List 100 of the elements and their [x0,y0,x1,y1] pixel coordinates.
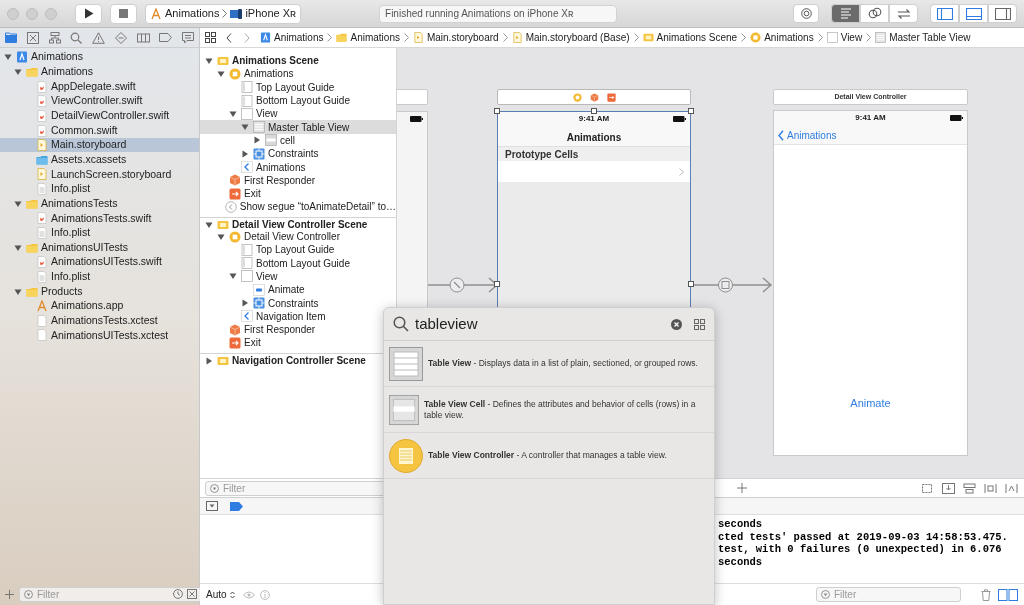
tree-row[interactable]: First Responder [200,322,396,337]
section-header: Prototype Cells [505,147,579,162]
path-item[interactable]: View [826,30,863,45]
item-label: Bottom Layout Guide [256,256,350,271]
item-label: AnimationsUITests.xctest [51,327,169,343]
item-label: Animations [31,49,83,65]
path-item[interactable]: Animations [750,30,814,45]
library-item[interactable]: Table View - Displays data in a list of plain, sectioned, or grouped rows. [384,341,714,387]
item-label: First Responder [244,323,316,338]
filter-input[interactable]: Filter [834,587,956,602]
item-label: Navigation Controller Scene [232,354,366,369]
tree-row[interactable]: First Responder [200,173,396,187]
item-label: DetailViewController.swift [51,108,170,123]
tree-row[interactable]: AnimationsUITests [0,240,199,255]
item-label: Animate [268,283,305,298]
scheme-selector[interactable]: Animations iPhone Xʀ [145,3,302,24]
tree-row[interactable]: ViewController.swift [0,93,199,109]
tree-row[interactable]: Master Table View [200,120,396,134]
console-line: seconds [718,518,764,531]
tree-row[interactable]: Exit [200,186,396,201]
tree-row[interactable]: AppDelegate.swift [0,79,199,94]
item-label: Assets.xcassets [51,151,127,167]
item-description: Table View Controller - A controller that manages a table view. [428,450,668,461]
tree-row[interactable]: AnimationsTests.swift [0,211,199,226]
item-label: AppDelegate.swift [51,78,136,94]
filter-field[interactable]: Filter [816,587,961,602]
tree-row[interactable]: Bottom Layout Guide [200,93,396,108]
item-description: Table View - Displays data in a list of plain, sectioned, or grouped rows. [428,358,699,369]
tree-row[interactable]: AnimationsUITests.swift [0,254,199,270]
item-label: Bottom Layout Guide [256,94,350,109]
path-item[interactable]: Animations Scene [642,30,738,45]
tree-row[interactable]: Animations Scene [200,54,396,68]
tree-row[interactable]: View [200,107,396,121]
activity-status: Finished running Animations on iPhone Xʀ [385,7,574,21]
item-label: Common.swift [51,122,118,138]
tree-row[interactable]: Assets.xcassets [0,152,199,168]
tree-row[interactable]: Top Layout Guide [200,80,396,94]
tree-row[interactable]: Main.storyboard [0,137,199,153]
path-item[interactable]: Animations [260,30,324,45]
tree-row[interactable]: View [200,269,396,284]
path-item[interactable]: Main.storyboard [412,30,499,45]
tree-row[interactable]: AnimationsTests.xctest [0,313,199,329]
tree-row[interactable]: Navigation Item [200,309,396,323]
item-label: AnimationsUITests.swift [51,254,162,270]
item-label: AnimationsTests.xctest [51,313,158,328]
tree-row[interactable]: Common.swift [0,123,199,138]
item-label: Exit [244,187,261,202]
tree-row[interactable]: Detail View Controller [200,229,396,244]
item-label: Master Table View [268,120,350,135]
item-label: Animations.app [51,298,124,314]
tree-row[interactable]: cell [200,133,396,148]
item-label: AnimationsTests [41,195,118,211]
tree-row[interactable]: AnimationsUITests.xctest [0,328,199,343]
animate-button[interactable]: Animate [850,394,891,411]
item-label: Animations [41,64,93,80]
filter-input[interactable]: Filter [37,586,169,602]
tree-row[interactable]: Animations.app [0,298,199,314]
item-label: Animations Scene [232,54,319,69]
device-name[interactable]: iPhone Xʀ [245,5,297,22]
console-line: seconds [718,555,764,568]
tree-row[interactable]: DetailViewController.swift [0,108,199,124]
library-item[interactable]: Table View Cell - Defines the attributes and behavior of cells (rows) in a table view. [384,387,714,433]
tree-row[interactable]: Detail View Controller Scene [200,216,396,230]
tree-row[interactable]: Animations [0,50,199,65]
tree-row[interactable]: Info.plist [0,269,199,285]
back-button[interactable]: Animations [778,128,967,143]
tree-row[interactable]: Info.plist [0,181,199,197]
tree-row[interactable]: Info.plist [0,225,199,241]
tree-row[interactable]: AnimationsTests [0,196,199,212]
path-item[interactable]: Animations [336,30,400,45]
path-item[interactable]: Main.storyboard (Base) [511,30,630,45]
item-label: View [256,107,278,122]
tree-row[interactable]: Animate [200,283,396,297]
status-time: 9:41 AM [578,113,610,125]
filter-field[interactable]: Filter [19,586,202,602]
search-field[interactable]: tableview [415,312,665,336]
item-label: Exit [244,336,261,351]
path-item[interactable]: Master Table View [875,30,971,45]
item-label: Constraints [268,147,319,162]
tree-row[interactable]: Animations [200,67,396,81]
item-label: Detail View Controller Scene [232,218,368,232]
item-label: Constraints [268,296,319,311]
tree-row[interactable]: Bottom Layout Guide [200,256,396,270]
tree-row[interactable]: Animations [200,160,396,174]
library-item[interactable]: Table View Controller - A controller that manages a table view. [384,433,714,479]
tree-row[interactable]: Show segue “toAnimateDetail” to… [200,200,396,214]
tree-row[interactable]: Constraints [200,147,396,161]
tree-row[interactable]: LaunchScreen.storyboard [0,167,199,182]
item-label: AnimationsUITests [41,239,128,255]
scheme-name[interactable]: Animations [165,5,220,22]
item-label: Info.plist [51,269,91,285]
tree-row[interactable]: Constraints [200,296,396,310]
tree-row[interactable]: Products [0,284,199,299]
tree-row[interactable]: Animations [0,64,199,80]
console-line: cted tests' passed at 2019-09-03 14:58:53.475. [718,530,1009,543]
item-description: Table View Cell - Defines the attributes and behavior of cells (rows) in a table view. [424,398,697,421]
scope-selector[interactable]: Auto [206,587,235,602]
item-label: Products [41,283,83,299]
item-label: Animations [244,67,294,82]
tree-row[interactable]: Top Layout Guide [200,243,396,257]
